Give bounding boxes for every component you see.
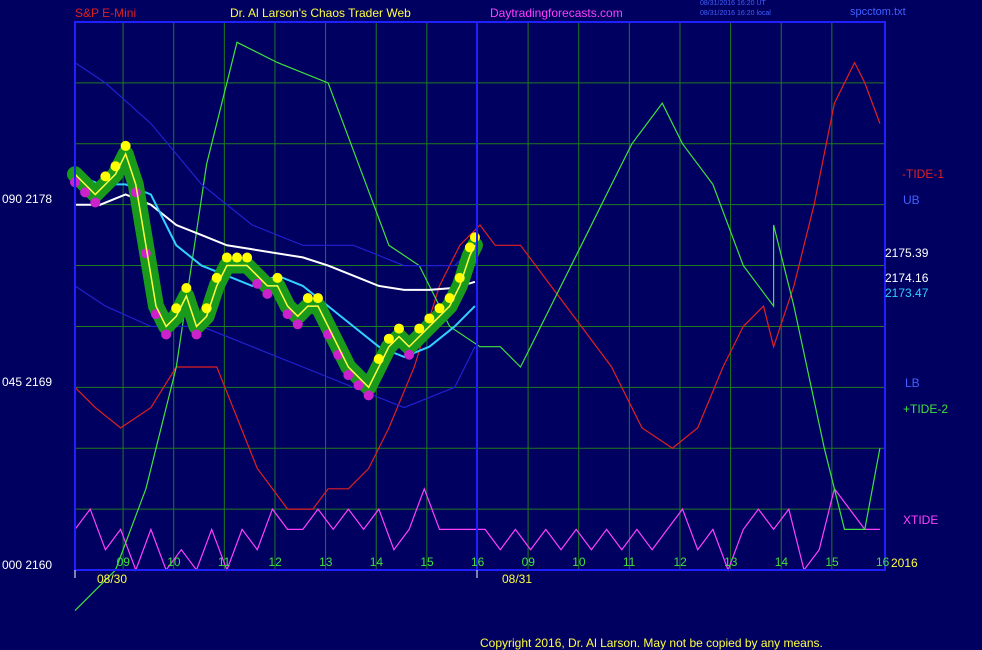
x-tick-label: 09 <box>116 555 130 569</box>
x-tick-label: 16 <box>471 555 485 569</box>
date-label-0831: 08/31 <box>502 572 533 586</box>
x-tick-label: 14 <box>774 555 789 569</box>
price-marker <box>302 293 313 304</box>
copyright: Copyright 2016, Dr. Al Larson. May not b… <box>480 636 823 650</box>
site-url[interactable]: Daytradingforecasts.com <box>490 6 623 20</box>
chart-frame <box>74 21 886 578</box>
date-label-0830: 08/30 <box>97 572 128 586</box>
x-tick-label: 11 <box>622 555 636 569</box>
price-marker <box>272 272 283 283</box>
price-marker <box>262 288 273 299</box>
price-marker <box>292 319 303 330</box>
x-tick-label: 15 <box>825 555 839 569</box>
price-marker <box>232 252 242 263</box>
price-marker <box>469 232 480 243</box>
price-marker <box>191 329 202 340</box>
label-xtide: XTIDE <box>903 513 939 527</box>
x-tick-label: 13 <box>724 555 738 569</box>
label-tide1: -TIDE-1 <box>902 167 944 181</box>
x-tick-label: 12 <box>268 555 282 569</box>
price-marker <box>120 140 131 151</box>
price-marker <box>242 252 253 263</box>
timestamp-ut: 08/31/2016 16:20 UT <box>700 0 766 7</box>
instrument-label: S&P E-Mini <box>75 6 137 20</box>
label-ub: UB <box>903 193 920 207</box>
x-tick-label: 16 <box>876 555 890 569</box>
x-tick-label: 09 <box>521 555 535 569</box>
price-marker <box>161 329 172 340</box>
price-marker <box>181 283 192 293</box>
year-label: 2016 <box>891 556 918 570</box>
grid <box>75 22 885 570</box>
y-label-2160: 000 2160 <box>2 558 53 572</box>
label-price-last: 2174.16 <box>885 271 929 285</box>
x-tick-label: 10 <box>167 555 181 569</box>
price-marker <box>404 349 415 360</box>
site-title: Dr. Al Larson's Chaos Trader Web <box>230 6 411 20</box>
x-tick-label: 11 <box>217 555 231 569</box>
price-marker <box>313 293 323 304</box>
x-tick-label: 13 <box>319 555 333 569</box>
x-tick-label: 12 <box>673 555 687 569</box>
x-tick-label: 14 <box>369 555 384 569</box>
label-price-avg: 2173.47 <box>885 286 929 300</box>
label-tide2: +TIDE-2 <box>903 402 949 416</box>
price-marker <box>90 197 101 208</box>
price-marker <box>363 390 374 401</box>
plot-frame <box>74 21 886 571</box>
x-tick-label: 15 <box>420 555 434 569</box>
price-marker <box>394 323 404 334</box>
label-lb: LB <box>905 376 920 390</box>
x-tick-label: 10 <box>572 555 586 569</box>
label-price-high: 2175.39 <box>885 246 929 260</box>
chart-canvas <box>67 21 886 612</box>
y-label-2169: 045 2169 <box>2 375 53 389</box>
y-label-2178: 090 2178 <box>2 192 53 206</box>
timestamp-local: 08/31/2016 16:20 local <box>700 10 771 17</box>
price-marker <box>221 252 232 263</box>
file-name: spcctom.txt <box>850 6 906 18</box>
